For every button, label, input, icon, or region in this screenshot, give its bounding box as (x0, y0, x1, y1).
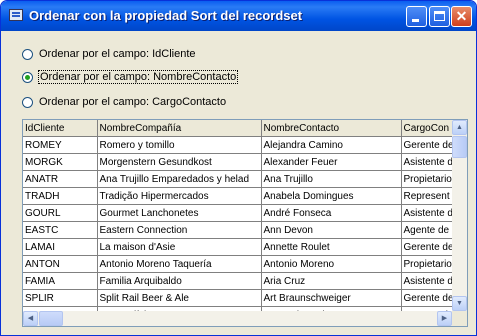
table-cell[interactable]: ROMEY (23, 136, 98, 154)
table-row[interactable]: ROMEY Romero y tomillo Alejandra Camino Ger… (23, 136, 455, 154)
table-cell[interactable]: GOURL (23, 204, 98, 222)
radio-label-idcliente: Ordenar por el campo: IdCliente (39, 48, 196, 60)
table-cell[interactable]: Gourmet Lanchonetes (97, 204, 262, 222)
radio-label-nombrecontacto: Ordenar por el campo: NombreContacto (37, 70, 239, 84)
arrow-down-icon: ▼ (456, 300, 463, 307)
table-cell[interactable]: MORGK (23, 153, 98, 171)
arrow-left-icon: ◀ (27, 315, 34, 322)
table-cell[interactable]: Art Braunschweiger (261, 289, 402, 307)
scrollbar-corner (452, 311, 467, 326)
table-cell[interactable]: Romero y tomillo (97, 136, 262, 154)
minimize-button[interactable] (406, 6, 427, 27)
column-header[interactable]: NombreCompañía (97, 120, 262, 137)
table-cell[interactable]: Familia Arquibaldo (97, 272, 262, 290)
scroll-left-button[interactable]: ◀ (23, 311, 38, 326)
table-cell[interactable]: Morgenstern Gesundkost (97, 153, 262, 171)
table-row[interactable]: GOURL Gourmet Lanchonetes André Fonseca Asi… (23, 204, 455, 222)
table-cell[interactable]: Anabela Domingues (261, 187, 402, 205)
table-cell[interactable]: Annette Roulet (261, 238, 402, 256)
table-cell[interactable]: Tradição Hipermercados (97, 187, 262, 205)
table-row[interactable]: TRADH Tradição Hipermercados Anabela Domin… (23, 187, 455, 205)
vertical-scroll-thumb[interactable] (452, 136, 467, 158)
table-cell[interactable]: TRADH (23, 187, 98, 205)
radio-indicator-selected[interactable] (22, 71, 33, 83)
table-cell[interactable]: Gerente de (401, 289, 455, 307)
scroll-right-button[interactable]: ▶ (437, 311, 452, 326)
close-icon: ✕ (455, 8, 468, 24)
app-icon (9, 9, 23, 21)
table-cell[interactable]: Propietario (401, 170, 455, 188)
table-cell[interactable]: Propietario (401, 255, 455, 273)
grid-header-row: IdCliente NombreCompañía NombreContacto … (23, 120, 455, 137)
table-cell[interactable]: Ana Trujillo (261, 170, 402, 188)
radio-label-cargocontacto: Ordenar por el campo: CargoContacto (39, 96, 227, 108)
table-cell[interactable]: La maison d'Asie (97, 238, 262, 256)
table-cell[interactable]: Gerente de (401, 136, 455, 154)
table-row[interactable]: SPLIR Split Rail Beer & Ale Art Braunschwe… (23, 289, 455, 307)
radio-sort-nombrecontacto[interactable]: Ordenar por el campo: NombreContacto (22, 69, 239, 85)
table-cell[interactable]: LAMAI (23, 238, 98, 256)
table-cell[interactable]: Represent (401, 187, 455, 205)
table-row[interactable]: LAMAI La maison d'Asie Annette Roulet Geren… (23, 238, 455, 256)
arrow-right-icon: ▶ (441, 315, 448, 322)
main-window: Ordenar con la propiedad Sort del record… (0, 0, 477, 336)
table-cell[interactable]: Alexander Feuer (261, 153, 402, 171)
window-title: Ordenar con la propiedad Sort del record… (29, 8, 303, 23)
table-cell[interactable]: Asistente d (401, 153, 455, 171)
table-cell[interactable]: FAMIA (23, 272, 98, 290)
table-cell[interactable]: Antonio Moreno Taquería (97, 255, 262, 273)
table-cell[interactable]: André Fonseca (261, 204, 402, 222)
table-row[interactable]: MORGK Morgenstern Gesundkost Alexander Feu… (23, 153, 455, 171)
table-cell[interactable]: Alejandra Camino (261, 136, 402, 154)
table-row[interactable]: ANATR Ana Trujillo Emparedados y helad Ana… (23, 170, 455, 188)
table-cell[interactable]: Agente de (401, 221, 455, 239)
table-cell[interactable]: SPLIR (23, 289, 98, 307)
horizontal-scrollbar[interactable]: ◀ ▶ (23, 311, 452, 326)
column-header[interactable]: IdCliente (23, 120, 98, 137)
table-cell[interactable]: ANTON (23, 255, 98, 273)
grid-table: IdCliente NombreCompañía NombreContacto … (23, 120, 455, 324)
radio-indicator[interactable] (22, 96, 33, 108)
table-cell[interactable]: Split Rail Beer & Ale (97, 289, 262, 307)
table-cell[interactable]: Ann Devon (261, 221, 402, 239)
radio-indicator[interactable] (22, 48, 33, 60)
table-row[interactable]: ANTON Antonio Moreno Taquería Antonio More… (23, 255, 455, 273)
table-cell[interactable]: Asistente d (401, 204, 455, 222)
maximize-button[interactable] (429, 6, 450, 27)
table-cell[interactable]: Antonio Moreno (261, 255, 402, 273)
table-cell[interactable]: EASTC (23, 221, 98, 239)
scroll-down-button[interactable]: ▼ (452, 296, 467, 311)
table-cell[interactable]: Eastern Connection (97, 221, 262, 239)
scroll-up-button[interactable]: ▲ (452, 120, 467, 135)
title-bar[interactable]: Ordenar con la propiedad Sort del record… (1, 1, 476, 31)
column-header[interactable]: NombreContacto (261, 120, 402, 137)
table-row[interactable]: FAMIA Familia Arquibaldo Aria Cruz Asistent… (23, 272, 455, 290)
close-button[interactable]: ✕ (451, 6, 472, 27)
vertical-scrollbar[interactable]: ▲ ▼ (452, 120, 467, 311)
arrow-up-icon: ▲ (456, 124, 463, 131)
table-cell[interactable]: ANATR (23, 170, 98, 188)
column-header[interactable]: CargoCon (401, 120, 455, 137)
table-row[interactable]: EASTC Eastern Connection Ann Devon Agente d… (23, 221, 455, 239)
table-cell[interactable]: Asistente d (401, 272, 455, 290)
data-grid[interactable]: IdCliente NombreCompañía NombreContacto … (22, 119, 468, 327)
table-cell[interactable]: Gerente de (401, 238, 455, 256)
table-cell[interactable]: Ana Trujillo Emparedados y helad (97, 170, 262, 188)
radio-sort-cargocontacto[interactable]: Ordenar por el campo: CargoContacto (22, 94, 226, 110)
radio-sort-idcliente[interactable]: Ordenar por el campo: IdCliente (22, 46, 196, 62)
horizontal-scroll-thumb[interactable] (39, 311, 63, 326)
table-cell[interactable]: Aria Cruz (261, 272, 402, 290)
